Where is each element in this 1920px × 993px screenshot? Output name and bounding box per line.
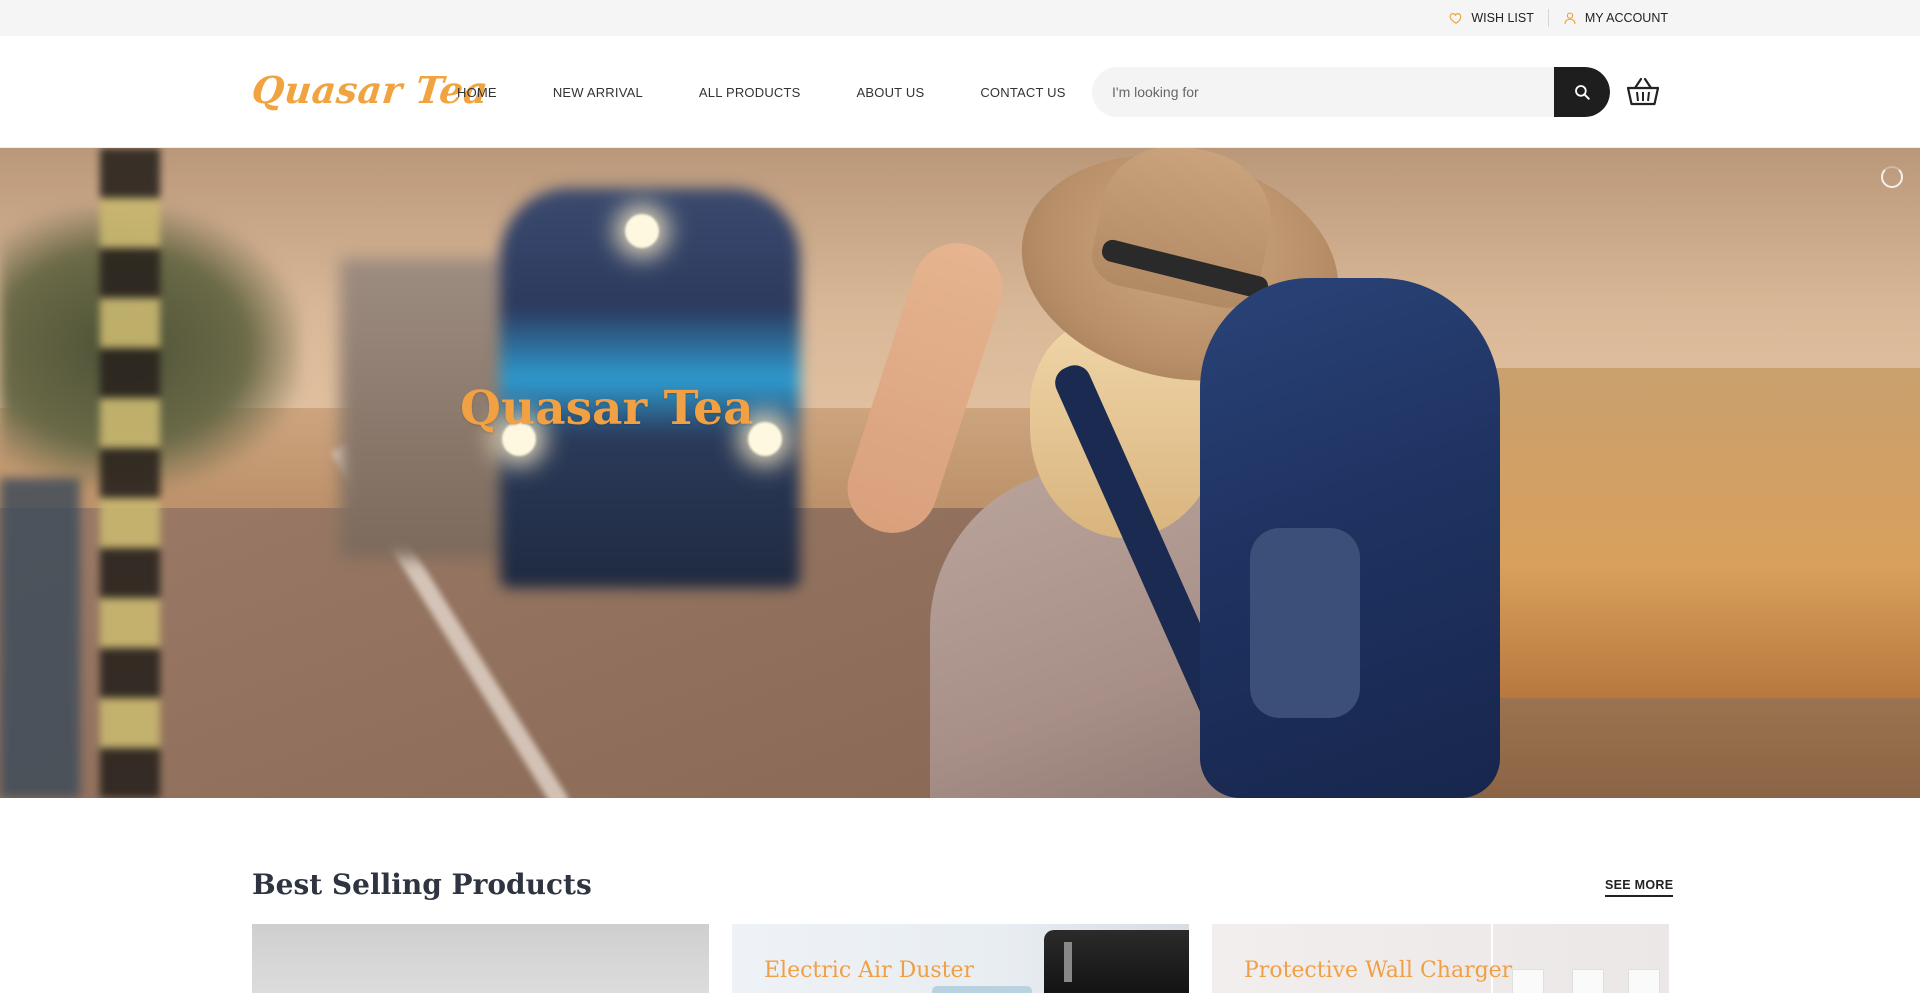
product-title: Electric Air Duster <box>764 958 975 983</box>
search-bar <box>1092 67 1610 117</box>
search-button[interactable] <box>1554 67 1610 117</box>
hero-title: Quasar Tea <box>460 381 754 436</box>
hero-banner: Quasar Tea <box>0 148 1920 798</box>
platform-poles <box>100 148 160 798</box>
product-image <box>1628 969 1660 993</box>
nav-home[interactable]: HOME <box>457 85 497 100</box>
product-card[interactable]: Protective Wall Charger <box>1212 924 1669 993</box>
top-bar: WISH LIST MY ACCOUNT <box>0 0 1920 36</box>
backpack-pocket <box>1250 528 1360 718</box>
top-divider <box>1547 9 1549 27</box>
see-more-link[interactable]: SEE MORE <box>1605 878 1674 897</box>
account-link[interactable]: MY ACCOUNT <box>1563 11 1668 25</box>
nav-all-products[interactable]: ALL PRODUCTS <box>699 85 801 100</box>
user-icon <box>1564 12 1576 24</box>
search-input[interactable] <box>1092 67 1554 117</box>
nav-new-arrival[interactable]: NEW ARRIVAL <box>553 85 643 100</box>
platform-fence <box>0 478 80 798</box>
section-title: Best Selling Products <box>252 868 592 901</box>
product-title: Protective Wall Charger <box>1244 958 1513 983</box>
product-image <box>1572 969 1604 993</box>
nav-about-us[interactable]: ABOUT US <box>857 85 925 100</box>
main-nav: HOME NEW ARRIVAL ALL PRODUCTS ABOUT US C… <box>457 36 1122 148</box>
product-image-detail <box>1064 942 1072 982</box>
train-light <box>625 214 659 248</box>
product-image-base <box>932 986 1032 993</box>
product-card[interactable] <box>252 924 709 993</box>
product-image <box>1512 969 1544 993</box>
wishlist-label: WISH LIST <box>1471 11 1534 25</box>
heart-icon <box>1449 13 1462 24</box>
top-links: WISH LIST MY ACCOUNT <box>1449 0 1668 36</box>
search-icon <box>1575 85 1590 100</box>
nav-contact-us[interactable]: CONTACT US <box>980 85 1065 100</box>
product-card[interactable]: Electric Air Duster <box>732 924 1189 993</box>
site-logo[interactable]: Quasar Tea <box>250 68 491 112</box>
site-header: Quasar Tea HOME NEW ARRIVAL ALL PRODUCTS… <box>0 36 1920 148</box>
account-label: MY ACCOUNT <box>1584 11 1668 25</box>
basket-icon[interactable] <box>1626 76 1660 108</box>
wishlist-link[interactable]: WISH LIST <box>1449 11 1534 25</box>
slider-indicator[interactable] <box>1881 166 1903 188</box>
